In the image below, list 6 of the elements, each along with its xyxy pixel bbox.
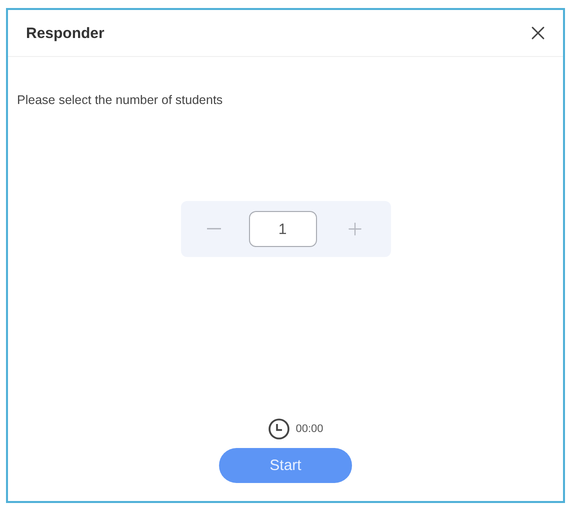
window-title: Responder xyxy=(26,24,104,42)
clock-icon xyxy=(268,418,290,440)
prompt-text: Please select the number of students xyxy=(17,93,224,107)
student-count-field[interactable]: 1 xyxy=(248,211,316,247)
timer-text: 00:00 xyxy=(296,423,324,435)
minus-icon xyxy=(206,228,220,230)
